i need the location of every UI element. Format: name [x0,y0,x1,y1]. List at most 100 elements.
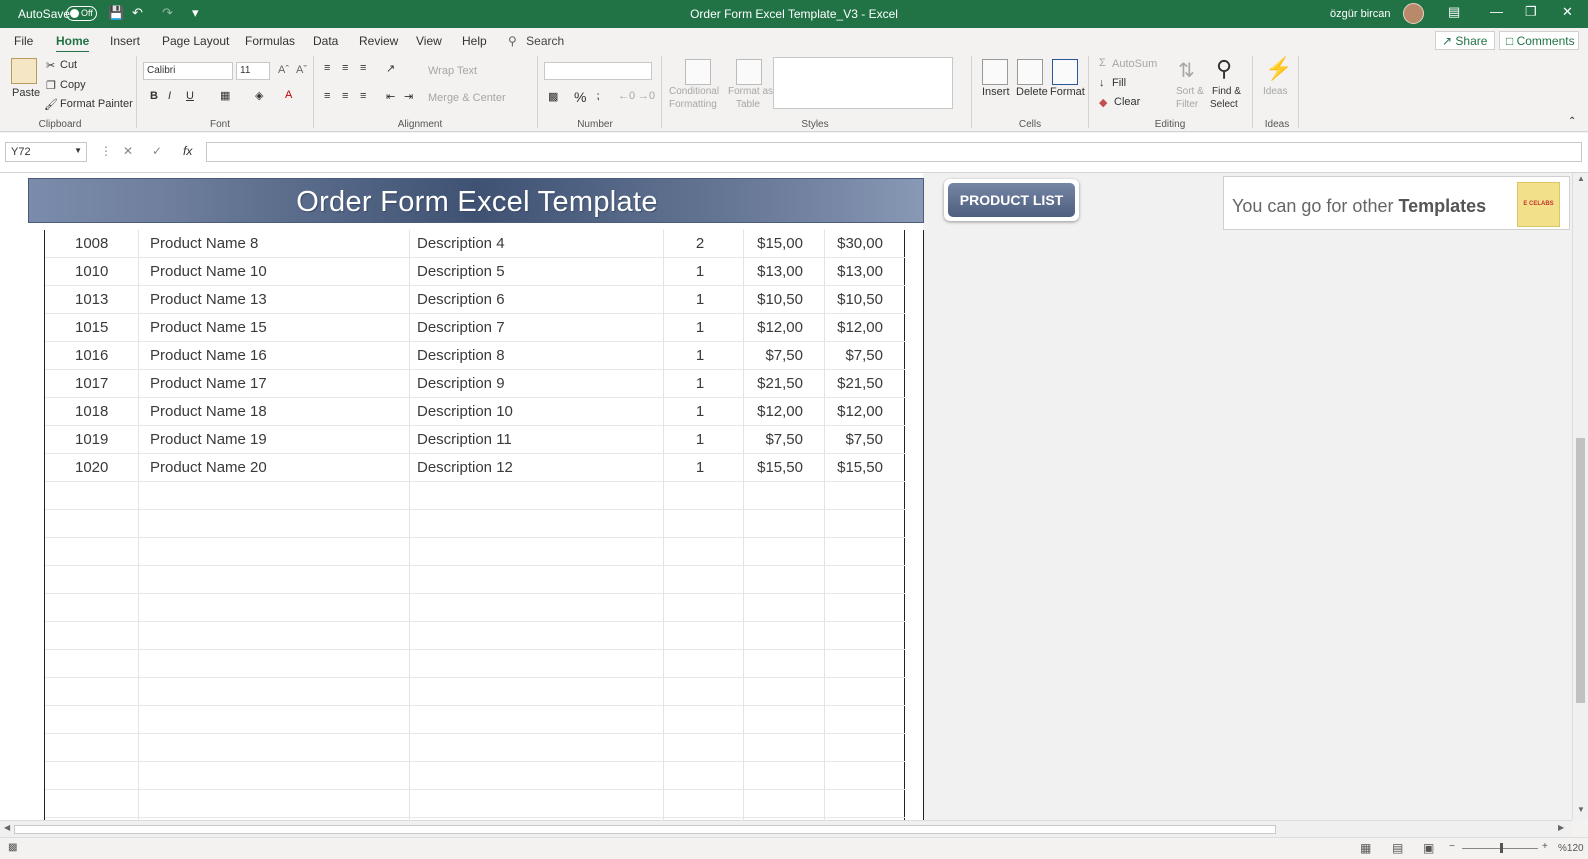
conditional-formatting-icon[interactable] [685,59,711,85]
cut-button[interactable]: Cut [60,59,77,71]
product-name-cell[interactable]: Product Name 20 [150,459,267,476]
vertical-scrollbar[interactable]: ▲ ▼ [1572,173,1588,820]
borders-icon[interactable]: ▦ [220,89,230,102]
underline-button[interactable]: U [186,90,194,102]
format-painter-button[interactable]: Format Painter [60,98,133,110]
table-row[interactable] [45,678,905,706]
format-cells-icon[interactable] [1052,59,1078,85]
scroll-down-icon[interactable]: ▼ [1577,805,1585,814]
italic-button[interactable]: I [168,90,171,102]
formula-input[interactable] [206,142,1582,162]
table-row[interactable]: 1008 Product Name 8 Description 4 2 $15,00 $3… [45,230,905,258]
autosum-icon[interactable]: Σ [1099,57,1106,69]
increase-indent-icon[interactable]: ⇥ [404,90,413,103]
tab-home[interactable]: Home [56,34,90,53]
quantity-cell[interactable]: 1 [685,431,715,448]
quantity-cell[interactable]: 1 [685,375,715,392]
delete-cells-icon[interactable] [1017,59,1043,85]
delete-cells-button[interactable]: Delete [1016,86,1048,98]
collapse-ribbon-icon[interactable]: ⌃ [1568,116,1576,127]
find-select-icon[interactable]: ⚲ [1216,56,1232,82]
tab-page-layout[interactable]: Page Layout [162,34,229,48]
product-description-cell[interactable]: Description 4 [417,235,505,252]
insert-cells-button[interactable]: Insert [982,86,1010,98]
product-name-cell[interactable]: Product Name 18 [150,403,267,420]
product-name-cell[interactable]: Product Name 16 [150,347,267,364]
ideas-button[interactable]: Ideas [1263,86,1287,97]
table-row[interactable] [45,622,905,650]
number-format-select[interactable] [544,62,652,80]
product-description-cell[interactable]: Description 10 [417,403,513,420]
quantity-cell[interactable]: 1 [685,459,715,476]
product-description-cell[interactable]: Description 11 [417,431,512,448]
unit-price-cell[interactable]: $12,00 [735,319,803,336]
font-size-select[interactable]: 11 [236,62,270,80]
product-name-cell[interactable]: Product Name 17 [150,375,267,392]
format-painter-icon[interactable]: 🖌 [44,98,58,111]
product-list-button[interactable]: PRODUCT LIST [944,179,1079,221]
scroll-up-icon[interactable]: ▲ [1577,174,1585,183]
quantity-cell[interactable]: 1 [685,347,715,364]
promo-logo[interactable]: E CELABS [1517,182,1560,227]
align-center-icon[interactable]: ≡ [342,90,348,102]
zoom-level[interactable]: %120 [1558,843,1584,854]
clear-icon[interactable]: ◆ [1099,96,1107,109]
table-row[interactable] [45,762,905,790]
increase-font-icon[interactable]: Aˆ [278,64,289,76]
horizontal-scroll-thumb[interactable] [14,825,1276,834]
unit-price-cell[interactable]: $21,50 [735,375,803,392]
item-id-cell[interactable]: 1019 [75,431,108,448]
tab-help[interactable]: Help [462,34,487,48]
table-row[interactable]: 1010 Product Name 10 Description 5 1 $13,00 $… [45,258,905,286]
autosum-button[interactable]: AutoSum [1112,58,1157,70]
sort-filter-icon[interactable]: ⇅ [1178,58,1195,83]
quantity-cell[interactable]: 1 [685,403,715,420]
font-name-select[interactable]: Calibri [143,62,233,80]
restore-icon[interactable]: ❐ [1525,4,1537,20]
clear-button[interactable]: Clear [1114,96,1140,108]
insert-function-icon[interactable]: fx [183,144,192,158]
product-name-cell[interactable]: Product Name 13 [150,291,267,308]
ribbon-display-icon[interactable]: ▤ [1448,4,1460,20]
product-description-cell[interactable]: Description 6 [417,291,505,308]
item-id-cell[interactable]: 1008 [75,235,108,252]
font-color-icon[interactable]: A [285,89,292,101]
table-row[interactable]: 1020 Product Name 20 Description 12 1 $15,50… [45,454,905,482]
search-box[interactable]: ⚲ Search [508,34,564,48]
tab-formulas[interactable]: Formulas [245,34,295,48]
line-total-cell[interactable]: $30,00 [815,235,883,252]
item-id-cell[interactable]: 1018 [75,403,108,420]
decrease-indent-icon[interactable]: ⇤ [386,90,395,103]
sort-filter-label-1[interactable]: Sort & [1176,86,1204,97]
product-description-cell[interactable]: Description 5 [417,263,505,280]
macro-record-icon[interactable]: ▩ [8,842,17,853]
product-name-cell[interactable]: Product Name 8 [150,235,258,252]
table-row[interactable] [45,566,905,594]
item-id-cell[interactable]: 1013 [75,291,108,308]
format-as-table-label-2[interactable]: Table [736,99,760,110]
name-box[interactable]: Y72 ▼ [5,142,87,162]
line-total-cell[interactable]: $7,50 [815,347,883,364]
line-total-cell[interactable]: $12,00 [815,403,883,420]
table-row[interactable] [45,650,905,678]
merge-center-button[interactable]: Merge & Center [428,92,506,104]
enter-icon[interactable]: ✓ [152,144,162,158]
cell-styles-gallery[interactable] [773,57,953,109]
format-as-table-label-1[interactable]: Format as [728,86,773,97]
item-id-cell[interactable]: 1016 [75,347,108,364]
find-select-label-2[interactable]: Select [1210,99,1238,110]
table-row[interactable]: 1019 Product Name 19 Description 11 1 $7,50 $… [45,426,905,454]
table-row[interactable] [45,790,905,818]
bold-button[interactable]: B [150,90,158,102]
format-as-table-icon[interactable] [736,59,762,85]
user-name[interactable]: özgür bircan [1330,8,1391,20]
product-description-cell[interactable]: Description 7 [417,319,505,336]
percent-button[interactable]: % [574,89,586,105]
quantity-cell[interactable]: 1 [685,291,715,308]
cut-icon[interactable]: ✂ [46,59,55,72]
orientation-icon[interactable]: ↗ [386,62,395,75]
table-row[interactable]: 1016 Product Name 16 Description 8 1 $7,50 $7… [45,342,905,370]
align-middle-icon[interactable]: ≡ [342,62,348,74]
vertical-scroll-thumb[interactable] [1576,438,1585,703]
scroll-left-icon[interactable]: ◀ [4,823,10,832]
